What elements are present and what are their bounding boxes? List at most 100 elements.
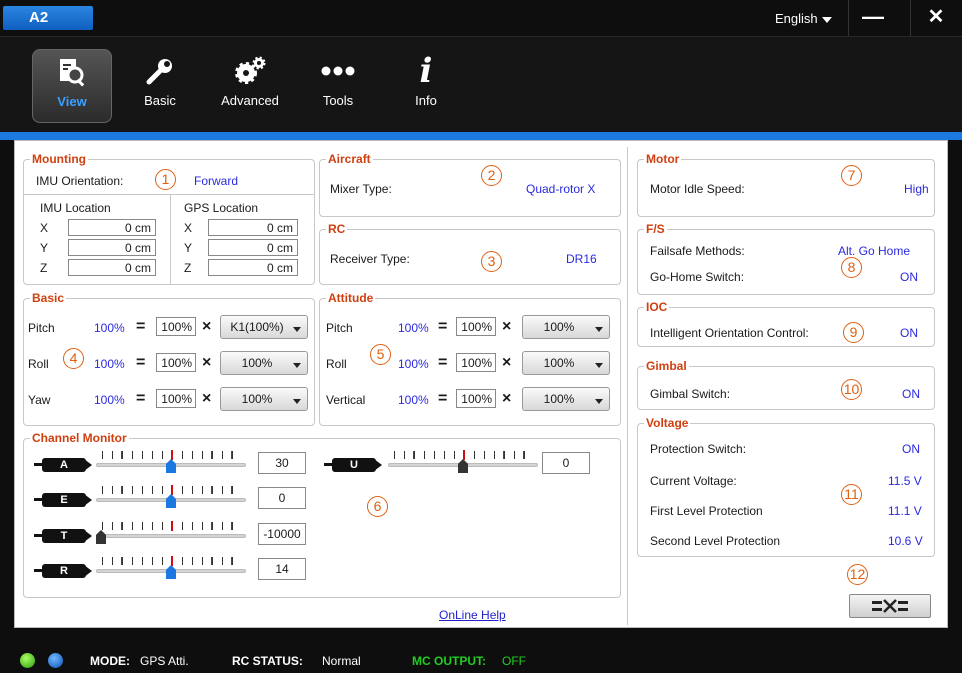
rc-status-label: RC STATUS:	[232, 654, 303, 668]
imu-z-field[interactable]: 0 cm	[68, 259, 156, 276]
tab-info[interactable]: i Info	[386, 49, 466, 123]
divider	[170, 194, 171, 284]
connection-button[interactable]	[849, 594, 931, 618]
voltage-group: Voltage Protection Switch: ON Current Vo…	[637, 416, 935, 557]
marker-badge: 8	[841, 257, 862, 278]
gps-x-field[interactable]: 0 cm	[208, 219, 298, 236]
minimize-button[interactable]: —	[851, 0, 895, 36]
chevron-down-icon	[821, 16, 832, 23]
slider-thumb	[166, 494, 176, 508]
gimbal-switch-value: ON	[902, 387, 920, 401]
channel-e-slider	[96, 485, 246, 508]
equals-icon: =	[438, 390, 448, 407]
second-level-value: 10.6 V	[888, 534, 923, 548]
rc-status-value: Normal	[322, 654, 361, 668]
gain-row-label: Pitch	[326, 321, 353, 335]
channel-monitor-group: Channel Monitor A 30 E 0 T -10000 R 14 U…	[23, 431, 621, 598]
channel-r-slider	[96, 556, 246, 579]
group-title: Attitude	[326, 291, 376, 305]
axis-label: X	[40, 221, 49, 235]
view-icon	[33, 50, 111, 94]
ioc-label: Intelligent Orientation Control:	[650, 326, 809, 340]
first-level-label: First Level Protection	[650, 504, 763, 518]
select-value: 100%	[543, 356, 575, 370]
basic-pitch-field[interactable]: 100%	[156, 317, 196, 336]
app-logo: A2	[3, 6, 93, 30]
divider	[627, 147, 628, 625]
failsafe-group: F/S Failsafe Methods: Alt. Go Home Go-Ho…	[637, 222, 935, 295]
tab-view-label: View	[57, 94, 87, 109]
group-title: Voltage	[644, 416, 691, 430]
gain-row-label: Vertical	[326, 393, 366, 407]
gps-z-field[interactable]: 0 cm	[208, 259, 298, 276]
select-value: 100%	[241, 392, 273, 406]
attitude-roll-select[interactable]: 100%	[522, 351, 610, 375]
language-label: English	[775, 11, 818, 26]
first-level-value: 11.1 V	[888, 504, 922, 518]
equals-icon: =	[438, 318, 448, 335]
second-level-label: Second Level Protection	[650, 534, 781, 548]
group-title: RC	[326, 222, 348, 236]
marker-badge: 2	[481, 165, 502, 186]
tab-basic[interactable]: Basic	[120, 49, 200, 123]
mixer-type-value: Quad-rotor X	[526, 182, 596, 196]
tab-view[interactable]: View	[32, 49, 112, 123]
divider	[848, 0, 849, 36]
marker-badge: 10	[841, 379, 862, 400]
imu-x-field[interactable]: 0 cm	[68, 219, 156, 236]
attitude-pitch-select[interactable]: 100%	[522, 315, 610, 339]
group-title: F/S	[644, 222, 667, 236]
online-help-link[interactable]: OnLine Help	[439, 608, 506, 622]
gain-value: 100%	[398, 321, 429, 335]
tab-advanced[interactable]: Advanced	[210, 49, 290, 123]
status-led-green-icon	[20, 653, 35, 668]
protection-switch-value: ON	[902, 442, 920, 456]
slider-thumb	[96, 530, 106, 544]
tab-tools-label: Tools	[322, 93, 354, 108]
group-title: Basic	[30, 291, 67, 305]
attitude-vertical-field[interactable]: 100%	[456, 389, 496, 408]
imu-y-field[interactable]: 0 cm	[68, 239, 156, 256]
divider	[24, 194, 314, 195]
channel-name: R	[42, 564, 86, 578]
gps-y-field[interactable]: 0 cm	[208, 239, 298, 256]
attitude-roll-field[interactable]: 100%	[456, 353, 496, 372]
equals-icon: =	[136, 318, 146, 335]
select-value: K1(100%)	[230, 320, 284, 334]
gain-row-label: Pitch	[28, 321, 55, 335]
attitude-vertical-select[interactable]: 100%	[522, 387, 610, 411]
channel-a-value: 30	[258, 452, 306, 474]
attitude-pitch-field[interactable]: 100%	[456, 317, 496, 336]
divider	[910, 0, 911, 36]
mc-output-value: OFF	[502, 654, 526, 668]
language-selector[interactable]: English	[775, 11, 832, 26]
basic-roll-field[interactable]: 100%	[156, 353, 196, 372]
info-icon: i	[419, 51, 433, 91]
main-panel: Mounting IMU Orientation: Forward IMU Lo…	[14, 140, 948, 628]
group-title: Motor	[644, 152, 682, 166]
dots-icon	[298, 49, 378, 93]
motor-idle-value: High	[904, 182, 929, 196]
group-title: IOC	[644, 300, 670, 314]
marker-badge: 11	[841, 484, 862, 505]
channel-r-value: 14	[258, 558, 306, 580]
marker-badge: 4	[63, 348, 84, 369]
basic-yaw-select[interactable]: 100%	[220, 387, 308, 411]
times-icon: ×	[502, 318, 512, 335]
tab-basic-label: Basic	[144, 93, 176, 108]
current-voltage-value: 11.5 V	[888, 474, 922, 488]
channel-e-value: 0	[258, 487, 306, 509]
status-led-blue-icon	[48, 653, 63, 668]
marker-badge: 1	[155, 169, 176, 190]
tab-tools[interactable]: Tools	[298, 49, 378, 123]
axis-label: Y	[40, 241, 49, 255]
axis-label: Z	[40, 261, 48, 275]
failsafe-methods-label: Failsafe Methods:	[650, 244, 745, 258]
rc-group: RC Receiver Type: DR16	[319, 222, 621, 285]
axis-label: Z	[184, 261, 192, 275]
close-button[interactable]: ✕	[914, 0, 958, 36]
basic-pitch-select[interactable]: K1(100%)	[220, 315, 308, 339]
basic-roll-select[interactable]: 100%	[220, 351, 308, 375]
group-title: Gimbal	[644, 359, 689, 373]
basic-yaw-field[interactable]: 100%	[156, 389, 196, 408]
